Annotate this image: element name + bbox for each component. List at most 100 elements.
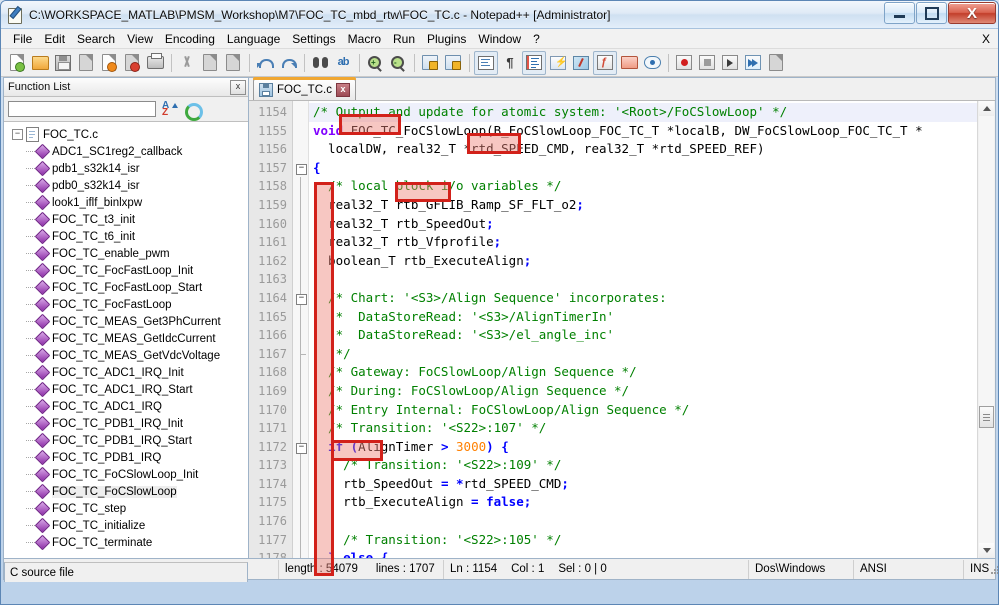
maximize-button[interactable] [916,2,947,24]
function-list-panel: Function List x AZ − FOC_TC.c ADC1_SC1re… [3,77,248,559]
menu-close-document-button[interactable]: X [982,32,990,46]
sync-vertical-icon[interactable] [419,52,441,74]
replace-icon[interactable]: ab [332,52,354,74]
new-file-icon[interactable] [6,52,28,74]
code-line: boolean_T rtb_ExecuteAlign; [313,252,532,268]
code-text-area[interactable]: /* Output and update for atomic system: … [309,101,977,558]
list-item-selected[interactable]: FOC_TC_FoCSlowLoop [4,483,248,500]
menu-item-run[interactable]: Run [387,31,421,47]
run-icon[interactable] [765,52,787,74]
save-icon[interactable] [52,52,74,74]
cut-icon[interactable] [176,52,198,74]
list-item[interactable]: FOC_TC_step [4,500,248,517]
function-list-tree[interactable]: − FOC_TC.c ADC1_SC1reg2_callback pdb1_s3… [4,121,248,558]
function-icon [34,517,51,534]
list-item[interactable]: FOC_TC_MEAS_GetVdcVoltage [4,347,248,364]
resize-grip-icon[interactable] [989,564,998,574]
list-item[interactable]: FOC_TC_t3_init [4,211,248,228]
menu-item-help[interactable]: ? [527,31,546,47]
fold-collapse-icon[interactable]: − [296,163,307,175]
list-item[interactable]: FOC_TC_enable_pwm [4,245,248,262]
menu-item-settings[interactable]: Settings [286,31,341,47]
status-lines: lines : 1707 [375,563,435,575]
list-item[interactable]: FOC_TC_PDB1_IRQ_Start [4,432,248,449]
close-icon: X [966,4,977,22]
close-icon[interactable]: x [335,83,350,97]
function-list-icon[interactable]: ƒ [593,50,617,75]
word-wrap-icon[interactable] [474,50,498,75]
run-macro-multiple-icon[interactable] [742,52,764,74]
minimize-button[interactable] [884,2,915,24]
scroll-up-icon[interactable] [979,101,994,116]
save-all-icon[interactable] [75,52,97,74]
code-editor[interactable]: 1154 1155 1156 1157 1158 1159 1160 1161 … [249,101,995,558]
menu-item-edit[interactable]: Edit [38,31,71,47]
code-line: /* Transition: '<S22>:107' */ [309,419,977,438]
list-item[interactable]: FOC_TC_MEAS_GetIdcCurrent [4,330,248,347]
zoom-in-icon[interactable]: + [364,52,386,74]
redo-icon[interactable] [277,52,299,74]
list-item[interactable]: FOC_TC_FocFastLoop_Start [4,279,248,296]
list-item[interactable]: pdb1_s32k14_isr [4,160,248,177]
close-all-icon[interactable] [121,52,143,74]
list-item[interactable]: FOC_TC_MEAS_Get3PhCurrent [4,313,248,330]
tab-foc-tc-c[interactable]: FOC_TC.c x [253,77,356,100]
list-item[interactable]: ADC1_SC1reg2_callback [4,143,248,160]
indent-guide-icon[interactable] [522,50,546,75]
menu-item-search[interactable]: Search [71,31,121,47]
undo-icon[interactable] [254,52,276,74]
show-all-chars-icon[interactable]: ¶ [499,52,521,74]
scroll-down-icon[interactable] [979,543,994,558]
stop-record-icon[interactable] [696,52,718,74]
menu-item-encoding[interactable]: Encoding [159,31,221,47]
close-icon[interactable]: x [230,79,246,95]
paste-icon[interactable] [222,52,244,74]
list-item[interactable]: FOC_TC_FoCSlowLoop_Init [4,466,248,483]
menu-item-plugins[interactable]: Plugins [421,31,472,47]
menu-item-macro[interactable]: Macro [342,31,387,47]
list-item[interactable]: FOC_TC_terminate [4,534,248,551]
open-file-icon[interactable] [29,52,51,74]
editor-vertical-scrollbar[interactable] [977,101,995,558]
play-macro-icon[interactable] [719,52,741,74]
code-line-text: */ [313,345,351,361]
menu-item-file[interactable]: File [7,31,38,47]
find-icon[interactable] [309,52,331,74]
copy-icon[interactable] [199,52,221,74]
list-item[interactable]: look1_iflf_binlxpw [4,194,248,211]
menu-item-window[interactable]: Window [472,31,527,47]
close-file-icon[interactable] [98,52,120,74]
fold-collapse-icon[interactable]: − [296,293,307,305]
record-macro-icon[interactable] [673,52,695,74]
sync-horizontal-icon[interactable] [442,52,464,74]
tree-root-node[interactable]: − FOC_TC.c [4,126,248,143]
folder-workspace-icon[interactable] [618,52,640,74]
close-button[interactable]: X [948,2,996,24]
menu-item-view[interactable]: View [121,31,159,47]
fold-collapse-icon[interactable]: − [296,442,307,454]
list-item[interactable]: FOC_TC_ADC1_IRQ_Start [4,381,248,398]
list-item[interactable]: FOC_TC_t6_init [4,228,248,245]
print-icon[interactable] [144,52,166,74]
zoom-out-icon[interactable]: - [387,52,409,74]
document-map-icon[interactable] [570,52,592,74]
list-item[interactable]: FOC_TC_PDB1_IRQ_Init [4,415,248,432]
collapse-icon[interactable]: − [12,129,23,140]
list-item[interactable]: FOC_TC_PDB1_IRQ [4,449,248,466]
list-item[interactable]: FOC_TC_ADC1_IRQ_Init [4,364,248,381]
list-item[interactable]: FOC_TC_ADC1_IRQ [4,398,248,415]
scrollbar-track[interactable] [979,116,994,543]
list-item-label: pdb1_s32k14_isr [52,162,140,175]
fold-margin[interactable]: − − − [293,101,309,558]
list-item[interactable]: FOC_TC_FocFastLoop [4,296,248,313]
reload-icon[interactable] [184,102,203,121]
list-item[interactable]: pdb0_s32k14_isr [4,177,248,194]
list-item[interactable]: FOC_TC_FocFastLoop_Init [4,262,248,279]
search-input[interactable] [8,101,156,117]
monitoring-icon[interactable] [641,52,663,74]
list-item[interactable]: FOC_TC_initialize [4,517,248,534]
sort-alpha-icon[interactable]: AZ [162,100,178,117]
menu-item-language[interactable]: Language [221,31,286,47]
scrollbar-thumb[interactable] [979,406,994,428]
show-ui-icon[interactable]: ⚡ [547,52,569,74]
